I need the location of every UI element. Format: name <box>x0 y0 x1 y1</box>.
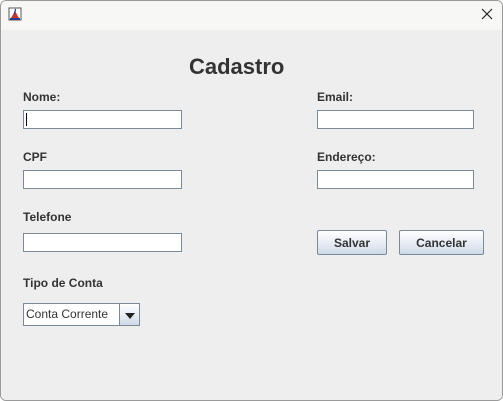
close-button[interactable] <box>472 1 502 30</box>
telefone-label: Telefone <box>23 210 72 224</box>
email-label: Email: <box>317 90 354 104</box>
dropdown-arrow-button[interactable] <box>119 304 139 325</box>
tipo-conta-label: Tipo de Conta <box>23 276 103 290</box>
page-title: Cadastro <box>189 54 285 79</box>
cpf-field[interactable] <box>23 170 182 189</box>
java-icon <box>8 6 24 22</box>
title-bar <box>1 1 502 30</box>
text-caret <box>26 113 27 126</box>
save-button[interactable]: Salvar <box>317 230 387 255</box>
tipo-conta-dropdown[interactable]: Conta Corrente <box>23 303 140 326</box>
form-panel: Cadastro Nome: Email: CPF Endereço: Tele… <box>1 30 502 400</box>
endereco-field[interactable] <box>317 170 474 189</box>
tipo-conta-selected: Conta Corrente <box>26 307 109 321</box>
app-window: Cadastro Nome: Email: CPF Endereço: Tele… <box>0 0 503 401</box>
endereco-label: Endereço: <box>317 150 376 164</box>
nome-field[interactable] <box>23 110 182 129</box>
email-field[interactable] <box>317 110 474 129</box>
telefone-field[interactable] <box>23 233 182 252</box>
chevron-down-icon <box>124 306 135 324</box>
close-icon <box>481 7 493 25</box>
cpf-label: CPF <box>23 150 47 164</box>
cancel-button[interactable]: Cancelar <box>399 230 484 255</box>
nome-label: Nome: <box>23 90 61 104</box>
